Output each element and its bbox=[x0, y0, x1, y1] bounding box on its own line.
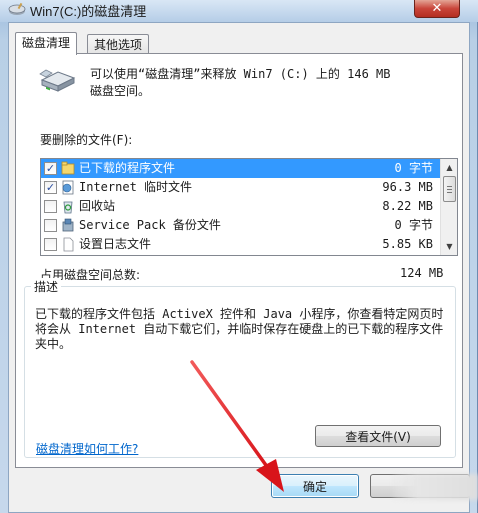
checkbox[interactable] bbox=[44, 200, 57, 213]
info-text: 可以使用“磁盘清理”来释放 Win7 (C:) 上的 146 MB 磁盘空间。 bbox=[90, 66, 450, 100]
grip-line bbox=[447, 192, 452, 193]
window-title: Win7(C:)的磁盘清理 bbox=[30, 4, 147, 19]
tab-other-options[interactable]: 其他选项 bbox=[87, 34, 150, 55]
folder-icon bbox=[61, 161, 75, 175]
title-bar[interactable]: Win7(C:)的磁盘清理 ✕ bbox=[0, 0, 478, 22]
document-icon bbox=[63, 237, 74, 252]
vertical-scrollbar[interactable]: ▲ ▼ bbox=[440, 159, 457, 255]
file-list[interactable]: ✓ 已下载的程序文件 0 字节 ✓ Internet 临时文件 96.3 MB … bbox=[40, 158, 458, 256]
file-name: 设置日志文件 bbox=[79, 237, 152, 251]
service-pack-icon bbox=[62, 218, 74, 232]
help-link[interactable]: 磁盘清理如何工作? bbox=[36, 440, 138, 457]
list-item[interactable]: 设置日志文件 5.85 KB bbox=[41, 235, 441, 254]
list-item[interactable]: ✓ Internet 临时文件 96.3 MB bbox=[41, 178, 441, 197]
scroll-down-icon[interactable]: ▼ bbox=[445, 242, 454, 251]
list-item[interactable]: Service Pack 备份文件 0 字节 bbox=[41, 216, 441, 235]
disk-cleanup-icon bbox=[8, 2, 26, 15]
internet-files-icon bbox=[62, 180, 74, 195]
info-line-1: 可以使用“磁盘清理”来释放 Win7 (C:) 上的 146 MB bbox=[90, 67, 391, 81]
grip-line bbox=[447, 189, 452, 190]
file-name: Service Pack 备份文件 bbox=[79, 218, 221, 232]
checkbox[interactable] bbox=[44, 219, 57, 232]
tab-disk-cleanup[interactable]: 磁盘清理 bbox=[15, 32, 78, 55]
tab-panel: 可以使用“磁盘清理”来释放 Win7 (C:) 上的 146 MB 磁盘空间。 … bbox=[15, 53, 463, 468]
files-to-delete-label: 要删除的文件(F): bbox=[40, 133, 133, 147]
close-button[interactable]: ✕ bbox=[414, 0, 460, 18]
checkbox[interactable]: ✓ bbox=[44, 162, 57, 175]
file-name: 已下载的程序文件 bbox=[79, 161, 176, 175]
total-space-value: 124 MB bbox=[400, 266, 444, 280]
file-name: Internet 临时文件 bbox=[79, 180, 193, 194]
scroll-thumb[interactable] bbox=[443, 176, 456, 202]
file-size: 0 字节 bbox=[394, 161, 433, 175]
list-item[interactable]: 回收站 8.22 MB bbox=[41, 197, 441, 216]
view-files-label: 查看文件(V) bbox=[345, 429, 411, 444]
file-size: 8.22 MB bbox=[382, 199, 433, 213]
hard-drive-icon bbox=[39, 69, 76, 92]
window-frame: Win7(C:)的磁盘清理 ✕ 磁盘清理 其他选项 可以使用“磁盘清理”来释放 … bbox=[0, 0, 478, 513]
tab-label: 其他选项 bbox=[94, 38, 143, 52]
file-size: 0 字节 bbox=[394, 218, 433, 232]
checkbox[interactable]: ✓ bbox=[44, 181, 57, 194]
info-line-2: 磁盘空间。 bbox=[90, 84, 151, 98]
close-icon: ✕ bbox=[431, 1, 443, 16]
description-text: 已下载的程序文件包括 ActiveX 控件和 Java 小程序，你查看特定网页时… bbox=[35, 307, 444, 351]
blurred-region bbox=[392, 474, 478, 500]
file-size: 5.85 KB bbox=[382, 237, 433, 251]
scroll-up-icon[interactable]: ▲ bbox=[445, 163, 454, 172]
description-title: 描述 bbox=[31, 278, 62, 295]
view-files-button[interactable]: 查看文件(V) bbox=[315, 425, 441, 447]
tab-label: 磁盘清理 bbox=[22, 36, 71, 50]
checkbox[interactable] bbox=[44, 238, 57, 251]
description-group: 描述 已下载的程序文件包括 ActiveX 控件和 Java 小程序，你查看特定… bbox=[24, 278, 456, 458]
ok-button[interactable]: 确定 bbox=[271, 474, 359, 498]
recycle-bin-icon bbox=[63, 201, 73, 214]
dialog-client: 磁盘清理 其他选项 可以使用“磁盘清理”来释放 Win7 (C:) 上的 146… bbox=[8, 22, 470, 513]
file-name: 回收站 bbox=[79, 199, 116, 213]
grip-line bbox=[447, 186, 452, 187]
file-size: 96.3 MB bbox=[382, 180, 433, 194]
ok-label: 确定 bbox=[302, 479, 327, 494]
list-item[interactable]: ✓ 已下载的程序文件 0 字节 bbox=[41, 159, 441, 178]
